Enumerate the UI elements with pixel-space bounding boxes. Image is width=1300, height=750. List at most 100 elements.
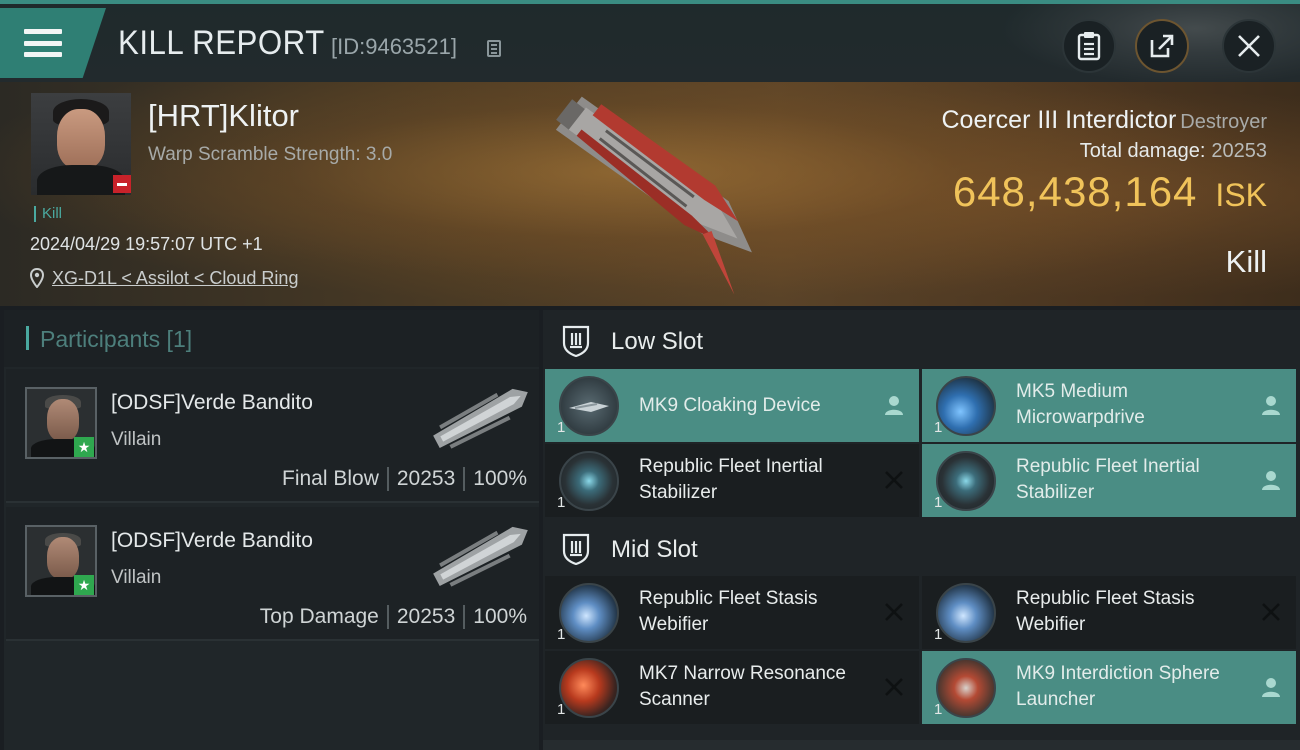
participant-stats: Top Damage 20253 100%: [259, 605, 527, 630]
isk-unit: ISK: [1215, 177, 1267, 213]
module-item[interactable]: 1 Republic Fleet Stasis Webifier: [922, 576, 1296, 649]
report-id: [ID:9463521]: [331, 34, 457, 59]
victim-pilot-name[interactable]: [HRT]Klitor: [148, 98, 299, 134]
inertial-stabilizer-icon: [936, 451, 996, 511]
webifier-icon: [936, 583, 996, 643]
destroyed-x-icon: [1262, 603, 1280, 621]
share-icon: [1150, 34, 1174, 58]
scanner-icon: [559, 658, 619, 718]
top-bar: KILL REPORT [ID:9463521]: [0, 0, 1300, 86]
destroyed-x-icon: [885, 471, 903, 489]
module-item[interactable]: 1 Republic Fleet Stasis Webifier: [545, 576, 919, 649]
participant-stats: Final Blow 20253 100%: [282, 467, 527, 492]
share-button[interactable]: [1135, 19, 1189, 73]
report-result: Kill: [1225, 244, 1267, 279]
module-name: MK9 Interdiction Sphere Launcher: [1016, 663, 1220, 710]
hostile-status-icon: [113, 175, 131, 193]
participant-tag: Top Damage: [259, 605, 379, 628]
participant-name[interactable]: [ODSF]Verde Bandito: [111, 529, 313, 553]
kill-datetime: 2024/04/29 19:57:07 UTC +1: [30, 234, 263, 254]
participant-row[interactable]: ★ [ODSF]Verde Bandito Villain Top Damage…: [6, 507, 539, 641]
module-quantity: 1: [934, 626, 943, 643]
header-accent-bar: [26, 326, 29, 350]
menu-button[interactable]: [0, 8, 106, 78]
mid-slot-icon: [562, 533, 590, 565]
sphere-launcher-icon: [936, 658, 996, 718]
participant-ship-image: [433, 526, 528, 587]
next-slot-header-peek: [543, 740, 1300, 750]
event-type-tag: Kill: [34, 206, 62, 222]
kill-location-link[interactable]: XG-D1L < Assilot < Cloud Ring: [52, 268, 298, 289]
kill-summary-banner: [HRT]Klitor Warp Scramble Strength: 3.0 …: [0, 82, 1300, 306]
pilot-icon: [1262, 396, 1280, 415]
module-item[interactable]: 1 Republic Fleet Inertial Stabilizer: [922, 444, 1296, 517]
close-icon: [1238, 35, 1260, 57]
pilot-icon: [1262, 678, 1280, 697]
module-quantity: 1: [934, 701, 943, 718]
participant-role: Villain: [111, 429, 162, 450]
module-quantity: 1: [557, 701, 566, 718]
inertial-stabilizer-icon: [559, 451, 619, 511]
copy-id-icon[interactable]: [487, 40, 501, 57]
destroyed-ship-image: [555, 96, 752, 295]
participant-damage: 20253: [396, 467, 456, 490]
warp-scramble-strength: Warp Scramble Strength: 3.0: [148, 144, 393, 165]
participant-name[interactable]: [ODSF]Verde Bandito: [111, 391, 313, 415]
module-name: Republic Fleet Stasis Webifier: [639, 588, 818, 635]
module-name: Republic Fleet Stasis Webifier: [1016, 588, 1195, 635]
clipboard-icon: [1077, 32, 1101, 61]
module-name: MK5 Medium Microwarpdrive: [1016, 381, 1145, 428]
module-item[interactable]: 1 MK5 Medium Microwarpdrive: [922, 369, 1296, 442]
page-title: KILL REPORT: [118, 24, 325, 62]
module-name: Republic Fleet Inertial Stabilizer: [639, 456, 823, 503]
module-name: Republic Fleet Inertial Stabilizer: [1016, 456, 1200, 503]
low-slot-title: Low Slot: [611, 328, 704, 355]
close-button[interactable]: [1222, 19, 1276, 73]
module-item[interactable]: 1 MK9 Cloaking Device: [545, 369, 919, 442]
module-item[interactable]: 1 MK9 Interdiction Sphere Launcher: [922, 651, 1296, 724]
module-name: MK9 Cloaking Device: [639, 395, 821, 416]
low-slot-icon: [562, 325, 590, 357]
participant-row[interactable]: ★ [ODSF]Verde Bandito Villain Final Blow…: [6, 369, 539, 503]
low-slot-header: Low Slot: [543, 312, 1300, 370]
total-damage-label: Total damage:: [1079, 140, 1206, 162]
mid-slot-header: Mid Slot: [543, 520, 1300, 578]
participant-percent: 100%: [473, 605, 527, 628]
module-name: MK7 Narrow Resonance Scanner: [639, 663, 846, 710]
webifier-icon: [559, 583, 619, 643]
participant-percent: 100%: [473, 467, 527, 490]
ship-type-name: Coercer III Interdictor: [941, 106, 1177, 134]
mid-slot-title: Mid Slot: [611, 536, 698, 563]
destroyed-x-icon: [885, 603, 903, 621]
module-quantity: 1: [557, 419, 566, 436]
participant-ship-image: [433, 388, 528, 449]
participants-panel: Participants [1] ★ [ODSF]Verde Bandito V…: [4, 310, 539, 750]
hamburger-icon: [24, 29, 62, 57]
clipboard-button[interactable]: [1062, 19, 1116, 73]
ship-class: Destroyer: [1180, 111, 1267, 133]
module-quantity: 1: [557, 494, 566, 511]
module-item[interactable]: 1 Republic Fleet Inertial Stabilizer: [545, 444, 919, 517]
pilot-icon: [1262, 471, 1280, 490]
pilot-icon: [885, 396, 903, 415]
module-item[interactable]: 1 MK7 Narrow Resonance Scanner: [545, 651, 919, 724]
participants-title: Participants [1]: [40, 326, 193, 352]
cloak-icon: [559, 376, 619, 436]
destroyed-x-icon: [885, 678, 903, 696]
ship-name[interactable]: Coercer III Interdictor Destroyer: [941, 106, 1267, 135]
isk-value-row: 648,438,164 ISK: [953, 168, 1267, 216]
isk-value: 648,438,164: [952, 168, 1198, 215]
participant-damage: 20253: [396, 605, 456, 628]
module-quantity: 1: [557, 626, 566, 643]
microwarpdrive-icon: [936, 376, 996, 436]
participant-tag: Final Blow: [282, 467, 379, 490]
participant-role: Villain: [111, 567, 162, 588]
location-pin-icon: [30, 268, 44, 288]
star-icon: ★: [74, 437, 94, 457]
total-damage-value: 20253: [1211, 140, 1267, 162]
participants-header: Participants [1]: [4, 310, 539, 367]
star-icon: ★: [74, 575, 94, 595]
fitting-slots-panel: Low Slot 1 MK9 Cloaking Device 1 MK5 Med…: [543, 310, 1300, 750]
module-quantity: 1: [934, 419, 943, 436]
total-damage: Total damage: 20253: [1080, 140, 1267, 163]
